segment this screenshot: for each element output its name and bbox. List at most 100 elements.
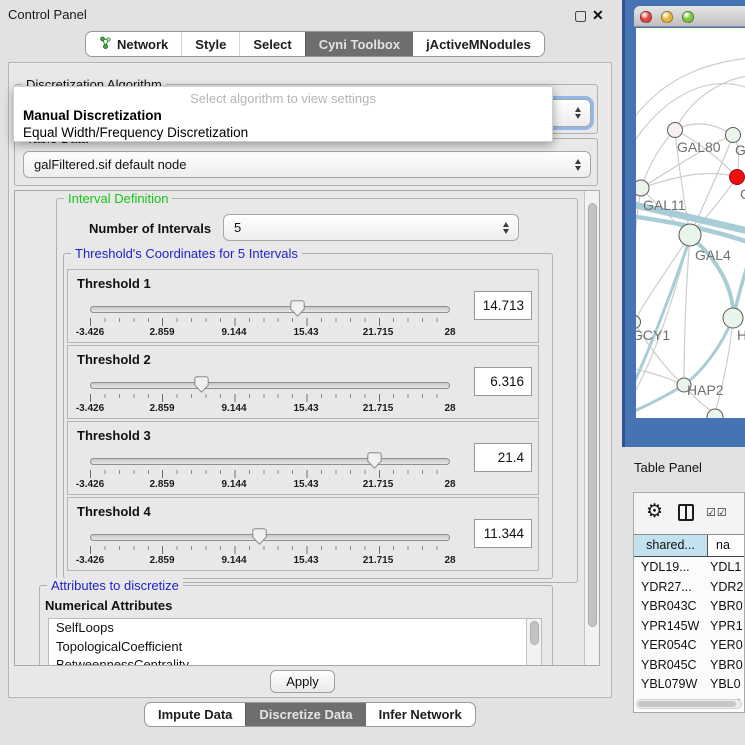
tab-jactivemnodules[interactable]: jActiveMNodules bbox=[413, 32, 544, 56]
slider-thumb[interactable] bbox=[194, 376, 209, 393]
node-gal80[interactable] bbox=[668, 123, 683, 138]
table-panel: ⚙ ☑☑ shared... na YDL19... YDL1 YDR27...… bbox=[633, 492, 745, 713]
node-label-partial: G. bbox=[735, 142, 745, 158]
threshold-slider[interactable]: -3.4262.8599.14415.4321.71528 bbox=[90, 300, 450, 340]
slider-major-ticks bbox=[90, 394, 451, 402]
slider-thumb[interactable] bbox=[252, 528, 267, 545]
gear-icon[interactable]: ⚙ bbox=[646, 501, 663, 523]
slider-thumb[interactable] bbox=[367, 452, 382, 469]
zoom-traffic-light-icon[interactable] bbox=[682, 11, 694, 23]
numerical-attributes-list[interactable]: SelfLoops TopologicalCoefficient Between… bbox=[48, 618, 542, 666]
table-row[interactable]: YDL19... YDL1 bbox=[634, 558, 744, 578]
node-label-partial: C bbox=[740, 186, 745, 202]
cell-name: YDR2 bbox=[708, 578, 744, 598]
threshold-value-field[interactable]: 21.4 bbox=[474, 443, 532, 472]
tab-style[interactable]: Style bbox=[181, 32, 239, 56]
node-label-partial: H bbox=[737, 327, 745, 343]
slider-track[interactable] bbox=[90, 382, 450, 389]
node-gal4[interactable] bbox=[679, 224, 701, 246]
cell-shared-name: YER054C bbox=[634, 636, 708, 656]
slider-track[interactable] bbox=[90, 458, 450, 465]
float-window-icon[interactable]: ▢ bbox=[574, 7, 587, 23]
tab-cyni-toolbox[interactable]: Cyni Toolbox bbox=[305, 32, 413, 56]
tab-impute-data[interactable]: Impute Data bbox=[145, 703, 245, 726]
column-header-shared-name[interactable]: shared... bbox=[634, 535, 708, 556]
apply-button[interactable]: Apply bbox=[270, 670, 335, 693]
tab-network[interactable]: Network bbox=[86, 32, 181, 56]
top-tab-bar: Network Style Select Cyni Toolbox jActiv… bbox=[85, 31, 545, 57]
slider-major-ticks bbox=[90, 546, 451, 554]
spinner-arrows-icon bbox=[503, 222, 509, 234]
algorithm-option-manual[interactable]: Manual Discretization bbox=[23, 108, 162, 123]
table-data-combobox[interactable]: galFiltered.sif default node bbox=[23, 151, 591, 178]
window-title: Control Panel bbox=[8, 7, 87, 22]
table-row[interactable]: YER054C YER0 bbox=[634, 636, 744, 656]
table-h-scrollbar[interactable] bbox=[636, 699, 742, 709]
minimize-traffic-light-icon[interactable] bbox=[661, 11, 673, 23]
attribute-list-item[interactable]: TopologicalCoefficient bbox=[49, 638, 541, 657]
cell-name: YBR0 bbox=[708, 656, 744, 676]
cell-name: YDL1 bbox=[708, 558, 744, 578]
settings-scrollbar[interactable] bbox=[584, 191, 599, 665]
attribute-list-item[interactable]: BetweennessCentrality bbox=[49, 656, 541, 666]
close-traffic-light-icon[interactable] bbox=[640, 11, 652, 23]
network-icon bbox=[99, 36, 112, 53]
node-gal11[interactable] bbox=[636, 180, 649, 196]
cell-shared-name: YBR043C bbox=[634, 597, 708, 617]
cell-shared-name: YDL19... bbox=[634, 558, 708, 578]
node-selected-red[interactable] bbox=[730, 170, 745, 185]
tab-infer-network[interactable]: Infer Network bbox=[366, 703, 475, 726]
table-toolbar: ⚙ ☑☑ bbox=[634, 493, 744, 534]
cell-name: YBR0 bbox=[708, 597, 744, 617]
threshold-slider[interactable]: -3.4262.8599.14415.4321.71528 bbox=[90, 376, 450, 416]
table-row[interactable]: YPR145W YPR1 bbox=[634, 617, 744, 637]
network-canvas[interactable]: GAL80 G. C GAL11 GAL4 GCY1 H HAP2 bbox=[636, 28, 745, 418]
interval-definition-title: Interval Definition bbox=[64, 191, 172, 206]
num-intervals-combobox[interactable]: 5 bbox=[223, 214, 519, 241]
cell-name: YER0 bbox=[708, 636, 744, 656]
slider-tick-labels: -3.4262.8599.14415.4321.71528 bbox=[90, 479, 450, 491]
columns-icon[interactable] bbox=[678, 504, 694, 521]
column-header-name[interactable]: na bbox=[708, 535, 745, 556]
spinner-arrows-icon bbox=[575, 107, 581, 119]
table-row[interactable]: YBL079W YBL0 bbox=[634, 675, 744, 695]
table-header-row: shared... na bbox=[634, 534, 745, 557]
slider-tick-labels: -3.4262.8599.14415.4321.71528 bbox=[90, 403, 450, 415]
attributes-scrollbar[interactable] bbox=[526, 619, 541, 666]
close-icon[interactable]: ✕ bbox=[592, 7, 604, 23]
tab-discretize-data[interactable]: Discretize Data bbox=[245, 703, 365, 726]
node-bottom-partial[interactable] bbox=[707, 409, 723, 418]
node-partial-top-right[interactable] bbox=[726, 128, 741, 143]
node-label: GCY1 bbox=[636, 327, 670, 343]
threshold-value-field[interactable]: 6.316 bbox=[474, 367, 532, 396]
table-panel-title: Table Panel bbox=[634, 460, 702, 475]
table-row[interactable]: YDR27... YDR2 bbox=[634, 578, 744, 598]
cell-shared-name: YBL079W bbox=[634, 675, 708, 695]
threshold-label: Threshold 3 bbox=[77, 428, 151, 443]
table-data-selected-value: galFiltered.sif default node bbox=[34, 157, 186, 172]
attributes-group-title: Attributes to discretize bbox=[47, 578, 183, 593]
threshold-value-field[interactable]: 14.713 bbox=[474, 291, 532, 320]
slider-track[interactable] bbox=[90, 534, 450, 541]
threshold-label: Threshold 4 bbox=[77, 504, 151, 519]
node-right-middle[interactable] bbox=[723, 308, 743, 328]
attributes-group: Attributes to discretize Numerical Attri… bbox=[39, 585, 553, 666]
slider-major-ticks bbox=[90, 470, 451, 478]
table-row[interactable]: YBR045C YBR0 bbox=[634, 656, 744, 676]
network-window-titlebar[interactable] bbox=[634, 6, 745, 27]
threshold-value-field[interactable]: 11.344 bbox=[474, 519, 532, 548]
threshold-slider[interactable]: -3.4262.8599.14415.4321.71528 bbox=[90, 452, 450, 492]
tab-label: Infer Network bbox=[379, 707, 462, 722]
slider-track[interactable] bbox=[90, 306, 450, 313]
cell-shared-name: YBR045C bbox=[634, 656, 708, 676]
tab-label: Impute Data bbox=[158, 707, 232, 722]
attribute-list-item[interactable]: SelfLoops bbox=[49, 619, 541, 638]
slider-thumb[interactable] bbox=[290, 300, 305, 317]
algorithm-option-equal-width[interactable]: Equal Width/Frequency Discretization bbox=[23, 125, 248, 140]
tab-select[interactable]: Select bbox=[239, 32, 304, 56]
threshold-label: Threshold 1 bbox=[77, 276, 151, 291]
tab-label: Style bbox=[195, 37, 226, 52]
select-columns-checkbox-icons[interactable]: ☑☑ bbox=[706, 506, 728, 519]
threshold-slider[interactable]: -3.4262.8599.14415.4321.71528 bbox=[90, 528, 450, 568]
table-row[interactable]: YBR043C YBR0 bbox=[634, 597, 744, 617]
